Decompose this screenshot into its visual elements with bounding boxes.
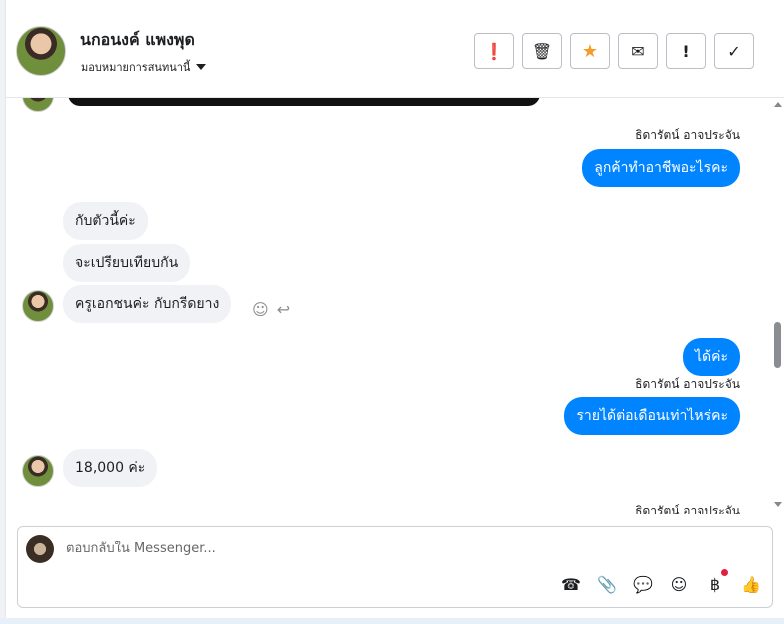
payment-icon[interactable]: ฿ (704, 569, 728, 595)
trash-icon: 🗑 (531, 41, 553, 61)
sender-name: ธิดารัตน์ อาจประจัน (635, 128, 740, 142)
emoji-icon[interactable]: ☺ (668, 573, 690, 595)
mark-unread-button[interactable]: ✉ (618, 33, 658, 69)
smiley-glyph: ☺ (670, 574, 688, 594)
message-list[interactable]: ธิดารัตน์ อาจประจัน ลูกค้าทำอาชีพอะไรคะ … (6, 98, 776, 514)
reply-input[interactable] (66, 541, 666, 556)
contact-avatar-small (22, 290, 54, 322)
star-icon: ★ (581, 40, 599, 62)
contact-name[interactable]: นกอนงค์ แพงพุด (80, 28, 195, 53)
chat-bubble-glyph: 💬 (633, 574, 653, 594)
header-toolbar: ❗ 🗑 ★ ✉ ! ✓ (474, 33, 754, 69)
sender-name: ธิดารัตน์ อาจประจัน (635, 377, 740, 391)
paperclip-glyph: 📎 (597, 574, 617, 594)
outgoing-message[interactable]: ได้ค่ะ (682, 338, 740, 376)
exclamation-icon: ! (682, 41, 690, 61)
message-list-scrollbar[interactable] (770, 98, 784, 514)
check-icon: ✓ (727, 41, 741, 61)
scrollbar-thumb[interactable] (774, 322, 781, 368)
assign-conversation-dropdown[interactable]: มอบหมายการสนทนานี้ (81, 58, 207, 76)
star-button[interactable]: ★ (570, 33, 610, 69)
react-icon[interactable]: ☺ (252, 300, 269, 319)
reply-icon[interactable]: ↩ (277, 300, 290, 319)
outgoing-message[interactable]: ลูกค้าทำอาชีพอะไรคะ (582, 149, 740, 187)
incoming-message[interactable]: จะเปรียบเทียบกัน (63, 244, 191, 282)
saved-replies-icon[interactable]: 💬 (632, 573, 654, 595)
reply-composer: ☎ 📎 💬 ☺ ฿ 👍 (17, 526, 773, 608)
contact-avatar-small (22, 455, 54, 487)
page-avatar (26, 535, 54, 563)
incoming-message[interactable]: ครูเอกชนค่ะ กับกรีดยาง (63, 285, 232, 323)
assign-label: มอบหมายการสนทนานี้ (81, 61, 191, 74)
important-button[interactable]: ! (666, 33, 706, 69)
scroll-up-arrow-icon[interactable] (774, 102, 782, 107)
caret-down-icon (196, 64, 207, 70)
contact-avatar-small (22, 98, 54, 112)
delete-button[interactable]: 🗑 (522, 33, 562, 69)
baht-glyph: ฿ (709, 574, 721, 594)
incoming-message[interactable]: 18,000 ค่ะ (63, 449, 158, 487)
alert-circle-icon: ❗ (484, 41, 504, 61)
scroll-down-arrow-icon[interactable] (774, 502, 782, 507)
sender-name: ธิดารัตน์ อาจประจัน (635, 504, 740, 514)
like-icon[interactable]: 👍 (740, 573, 762, 595)
attachment-icon[interactable]: 📎 (596, 573, 618, 595)
conversation-header: นกอนงค์ แพงพุด มอบหมายการสนทนานี้ ❗ 🗑 ★ … (6, 0, 784, 98)
outgoing-message[interactable]: รายได้ต่อเดือนเท่าไหร่คะ (564, 397, 740, 435)
call-add-icon[interactable]: ☎ (560, 573, 582, 595)
thumbs-up-glyph: 👍 (741, 574, 761, 594)
envelope-icon: ✉ (631, 41, 645, 61)
incoming-message[interactable]: กับตัวนี้ค่ะ (63, 202, 148, 240)
contact-avatar[interactable] (16, 26, 66, 76)
composer-tools: ☎ 📎 💬 ☺ ฿ 👍 (560, 569, 762, 595)
messenger-conversation-window: นกอนงค์ แพงพุด มอบหมายการสนทนานี้ ❗ 🗑 ★ … (0, 0, 784, 624)
message-actions: ☺ ↩ (252, 300, 290, 319)
spam-button[interactable]: ❗ (474, 33, 514, 69)
bottom-strip (0, 618, 784, 624)
phone-plus-glyph: ☎ (561, 574, 581, 594)
media-attachment-preview[interactable] (68, 98, 540, 106)
done-button[interactable]: ✓ (714, 33, 754, 69)
notification-dot (721, 569, 728, 576)
